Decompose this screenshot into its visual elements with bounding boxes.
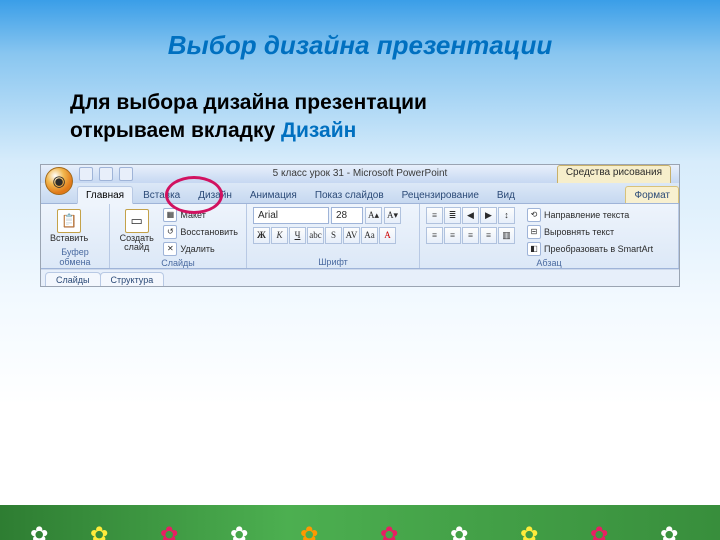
new-slide-label: Создать слайд bbox=[119, 234, 154, 252]
group-clipboard: 📋 Вставить Буфер обмена bbox=[41, 204, 110, 268]
justify-icon[interactable]: ≡ bbox=[480, 227, 497, 244]
reset-label: Восстановить bbox=[180, 227, 238, 237]
align-left-icon[interactable]: ≡ bbox=[426, 227, 443, 244]
align-text-button[interactable]: ⊟Выровнять текст bbox=[525, 224, 655, 240]
align-text-icon: ⊟ bbox=[527, 225, 541, 239]
subtab-outline[interactable]: Структура bbox=[100, 272, 165, 286]
qat-undo-icon[interactable] bbox=[99, 167, 113, 181]
text-direction-label: Направление текста bbox=[544, 210, 629, 220]
reset-icon: ↺ bbox=[163, 225, 177, 239]
delete-label: Удалить bbox=[180, 244, 214, 254]
body-line1: Для выбора дизайна презентации bbox=[70, 91, 427, 114]
powerpoint-screenshot: ◉ 5 класс урок 31 - Microsoft PowerPoint… bbox=[40, 164, 680, 287]
layout-label: Макет bbox=[180, 210, 205, 220]
slides-group-label: Слайды bbox=[116, 257, 240, 268]
font-color-button[interactable]: A bbox=[379, 227, 396, 244]
underline-button[interactable]: Ч bbox=[289, 227, 306, 244]
clipboard-group-label: Буфер обмена bbox=[47, 246, 103, 267]
group-paragraph: ≡ ≣ ◀ ▶ ↕ ≡ ≡ ≡ ≡ ▥ ⟲Направлени bbox=[420, 204, 679, 268]
tab-view[interactable]: Вид bbox=[489, 187, 523, 203]
office-button-icon[interactable]: ◉ bbox=[45, 167, 73, 195]
numbering-icon[interactable]: ≣ bbox=[444, 207, 461, 224]
group-font: Arial 28 A▴ A▾ Ж К Ч abc S AV Aa A Шрифт bbox=[247, 204, 420, 268]
paragraph-group-label: Абзац bbox=[426, 257, 672, 268]
page-title: Выбор дизайна презентации bbox=[0, 0, 720, 61]
paste-label: Вставить bbox=[50, 234, 88, 243]
delete-button[interactable]: ✕Удалить bbox=[161, 241, 240, 257]
bold-button[interactable]: Ж bbox=[253, 227, 270, 244]
paste-button[interactable]: 📋 Вставить bbox=[47, 207, 91, 246]
layout-button[interactable]: ▦Макет bbox=[161, 207, 240, 223]
decorative-footer bbox=[0, 505, 720, 540]
ribbon-tabs: Главная Вставка Дизайн Анимация Показ сл… bbox=[41, 183, 679, 204]
tab-home[interactable]: Главная bbox=[77, 186, 133, 204]
font-group-label: Шрифт bbox=[253, 256, 413, 267]
layout-icon: ▦ bbox=[163, 208, 177, 222]
smartart-icon: ◧ bbox=[527, 242, 541, 256]
strike-button[interactable]: abc bbox=[307, 227, 324, 244]
body-keyword: Дизайн bbox=[281, 119, 356, 142]
slide-pane-tabs: Слайды Структура bbox=[41, 269, 679, 286]
italic-button[interactable]: К bbox=[271, 227, 288, 244]
qat-redo-icon[interactable] bbox=[119, 167, 133, 181]
tab-slideshow[interactable]: Показ слайдов bbox=[307, 187, 392, 203]
indent-icon[interactable]: ▶ bbox=[480, 207, 497, 224]
new-slide-icon: ▭ bbox=[125, 209, 149, 233]
body-line2a: открываем вкладку bbox=[70, 119, 281, 142]
tab-insert[interactable]: Вставка bbox=[135, 187, 188, 203]
shrink-font-icon[interactable]: A▾ bbox=[384, 207, 401, 224]
align-center-icon[interactable]: ≡ bbox=[444, 227, 461, 244]
tab-format[interactable]: Формат bbox=[625, 186, 679, 203]
subtab-slides[interactable]: Слайды bbox=[45, 272, 101, 286]
delete-icon: ✕ bbox=[163, 242, 177, 256]
ribbon: 📋 Вставить Буфер обмена ▭ Создать слайд … bbox=[41, 204, 679, 269]
font-family-select[interactable]: Arial bbox=[253, 207, 329, 224]
bullets-icon[interactable]: ≡ bbox=[426, 207, 443, 224]
tab-design[interactable]: Дизайн bbox=[190, 187, 240, 203]
shadow-button[interactable]: S bbox=[325, 227, 342, 244]
qat-save-icon[interactable] bbox=[79, 167, 93, 181]
group-slides: ▭ Создать слайд ▦Макет ↺Восстановить ✕Уд… bbox=[110, 204, 247, 268]
grow-font-icon[interactable]: A▴ bbox=[365, 207, 382, 224]
reset-button[interactable]: ↺Восстановить bbox=[161, 224, 240, 240]
char-spacing-button[interactable]: AV bbox=[343, 227, 360, 244]
window-titlebar: 5 класс урок 31 - Microsoft PowerPoint С… bbox=[41, 165, 679, 183]
align-right-icon[interactable]: ≡ bbox=[462, 227, 479, 244]
tab-review[interactable]: Рецензирование bbox=[394, 187, 487, 203]
tab-animation[interactable]: Анимация bbox=[242, 187, 305, 203]
clipboard-icon: 📋 bbox=[57, 209, 81, 233]
columns-icon[interactable]: ▥ bbox=[498, 227, 515, 244]
text-direction-button[interactable]: ⟲Направление текста bbox=[525, 207, 655, 223]
align-text-label: Выровнять текст bbox=[544, 227, 614, 237]
smartart-button[interactable]: ◧Преобразовать в SmartArt bbox=[525, 241, 655, 257]
text-direction-icon: ⟲ bbox=[527, 208, 541, 222]
smartart-label: Преобразовать в SmartArt bbox=[544, 244, 653, 254]
outdent-icon[interactable]: ◀ bbox=[462, 207, 479, 224]
window-title: 5 класс урок 31 - Microsoft PowerPoint bbox=[273, 168, 448, 179]
quick-access-toolbar bbox=[79, 167, 133, 181]
change-case-button[interactable]: Aa bbox=[361, 227, 378, 244]
new-slide-button[interactable]: ▭ Создать слайд bbox=[116, 207, 157, 257]
font-size-select[interactable]: 28 bbox=[331, 207, 363, 224]
line-spacing-icon[interactable]: ↕ bbox=[498, 207, 515, 224]
body-text: Для выбора дизайна презентации открываем… bbox=[70, 89, 660, 146]
